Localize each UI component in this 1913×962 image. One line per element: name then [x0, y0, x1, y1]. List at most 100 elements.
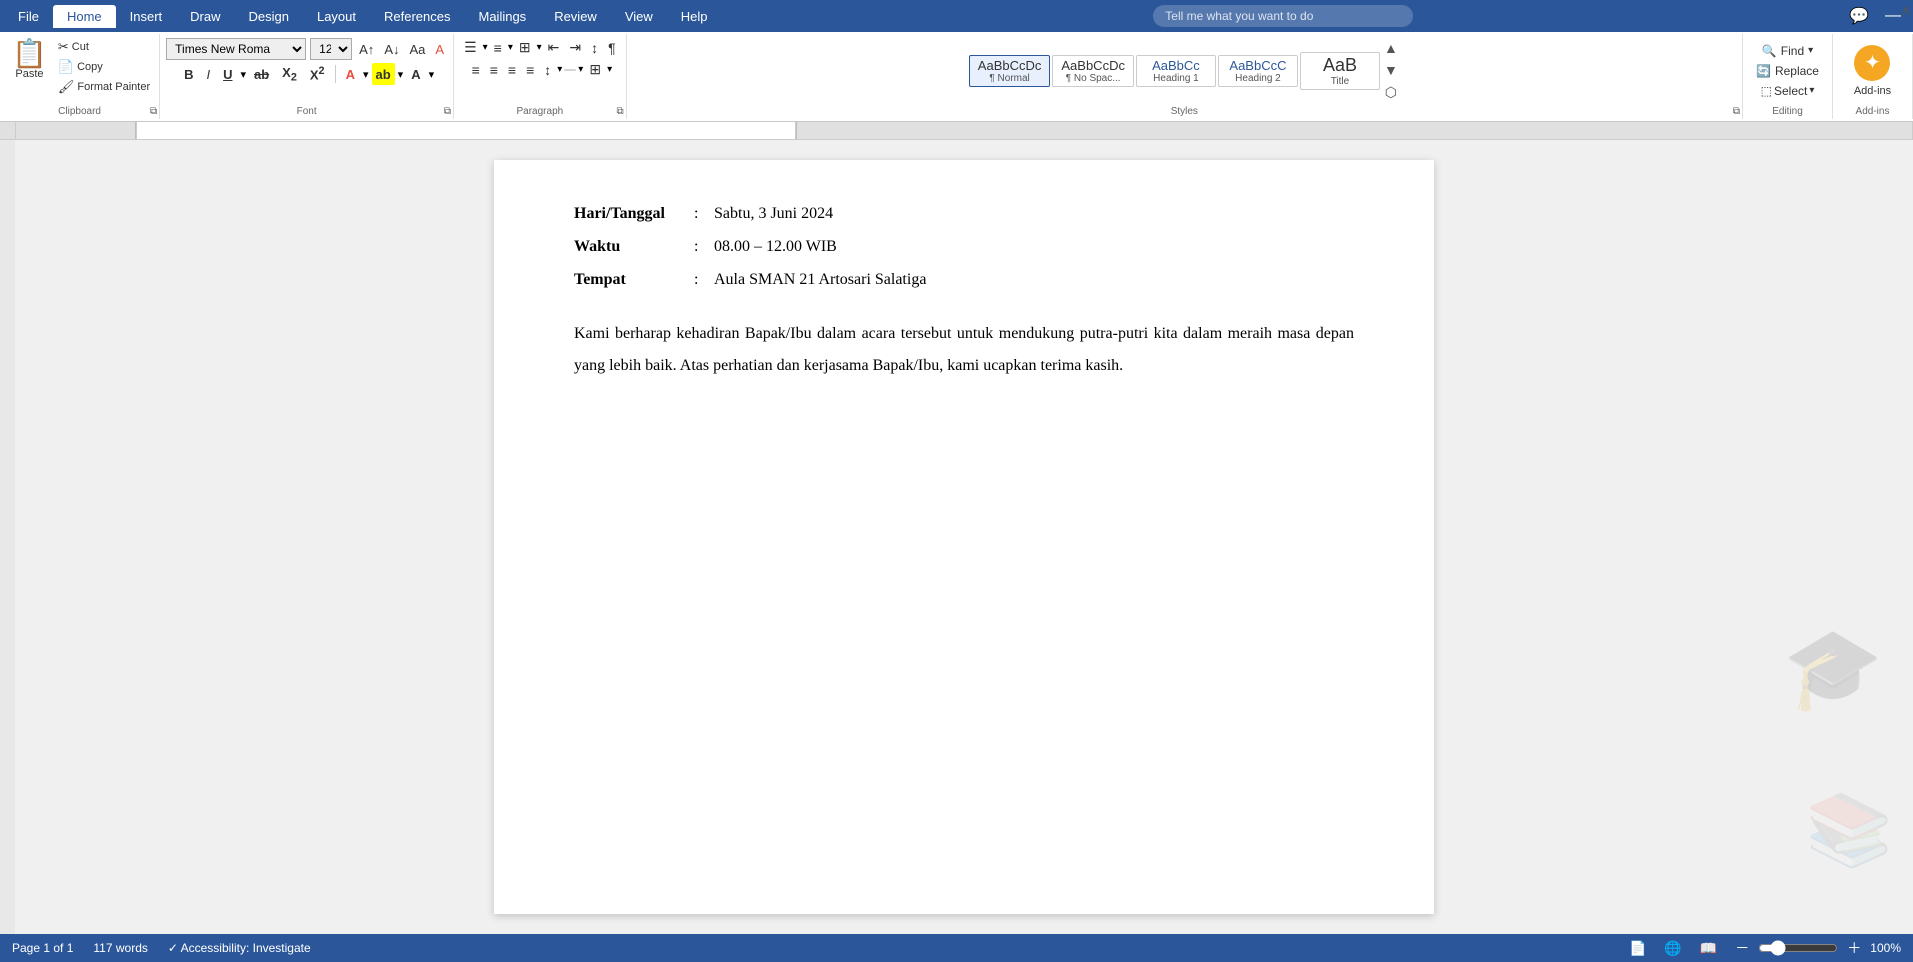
decrease-indent-button[interactable]: ⇤ — [544, 38, 564, 57]
tab-review[interactable]: Review — [540, 5, 611, 28]
addins-button[interactable]: ✦ — [1854, 45, 1890, 81]
copy-label: Copy — [77, 61, 103, 73]
styles-scroll-up[interactable]: ▲ — [1382, 38, 1400, 58]
find-dropdown[interactable]: ▾ — [1808, 45, 1813, 56]
tab-draw[interactable]: Draw — [176, 5, 234, 28]
bold-button[interactable]: B — [179, 63, 198, 85]
zoom-level[interactable]: 100% — [1870, 941, 1901, 955]
align-right-button[interactable]: ≡ — [504, 61, 520, 79]
editing-label: Editing — [1772, 106, 1803, 117]
font-group: Times New Roma 12 A↑ A↓ Aa A B I U ▾ ab … — [160, 34, 454, 119]
paragraph-expand[interactable]: ⧉ — [616, 106, 623, 117]
style-heading2-preview: AaBbCcC — [1229, 58, 1286, 73]
text-color-dropdown[interactable]: ▾ — [429, 68, 435, 81]
numbering-dropdown[interactable]: ▾ — [508, 42, 513, 53]
tab-design[interactable]: Design — [235, 5, 303, 28]
style-title[interactable]: AaB Title — [1300, 52, 1380, 90]
clipboard-label: Clipboard — [58, 106, 101, 117]
find-button[interactable]: 🔍 Find ▾ — [1756, 42, 1819, 60]
document-page[interactable]: Hari/Tanggal : Sabtu, 3 Juni 2024 Waktu … — [494, 160, 1434, 914]
sort-button[interactable]: ↕ — [587, 39, 602, 57]
multilevel-dropdown[interactable]: ▾ — [537, 42, 542, 53]
style-heading1[interactable]: AaBbCc Heading 1 — [1136, 55, 1216, 87]
shading-button[interactable] — [564, 69, 576, 71]
accessibility-status[interactable]: ✓ Accessibility: Investigate — [168, 941, 311, 955]
tab-references[interactable]: References — [370, 5, 464, 28]
select-dropdown[interactable]: ▾ — [1809, 85, 1814, 96]
tab-home[interactable]: Home — [53, 5, 116, 28]
underline-button[interactable]: U — [218, 63, 237, 85]
select-button[interactable]: ⬚ Select ▾ — [1755, 82, 1821, 100]
subscript-button[interactable]: X2 — [277, 63, 302, 85]
font-color-dropdown[interactable]: ▾ — [363, 68, 369, 81]
numbering-button[interactable]: ≡ — [490, 39, 506, 57]
tab-layout[interactable]: Layout — [303, 5, 370, 28]
format-painter-button[interactable]: 🖌 Format Painter — [55, 78, 153, 96]
borders-dropdown[interactable]: ▾ — [607, 64, 612, 75]
style-heading2[interactable]: AaBbCcC Heading 2 — [1218, 55, 1298, 87]
strikethrough-button[interactable]: ab — [249, 63, 274, 85]
zoom-in-button[interactable]: ＋ — [1844, 937, 1864, 959]
line-spacing-dropdown[interactable]: ▾ — [557, 64, 562, 75]
show-marks-button[interactable]: ¶ — [604, 39, 620, 57]
accessibility-icon: ✓ — [168, 941, 178, 955]
styles-expand-button[interactable]: ⬡ — [1382, 82, 1400, 103]
tab-file[interactable]: File — [4, 5, 53, 28]
tab-help[interactable]: Help — [667, 5, 722, 28]
font-expand[interactable]: ⧉ — [444, 106, 451, 117]
zoom-out-button[interactable]: － — [1732, 937, 1752, 959]
tab-mailings[interactable]: Mailings — [465, 5, 541, 28]
tab-insert[interactable]: Insert — [116, 5, 177, 28]
print-layout-button[interactable]: 📄 — [1626, 939, 1649, 958]
style-no-spacing-preview: AaBbCcDc — [1061, 58, 1125, 73]
font-grow-button[interactable]: A↑ — [356, 41, 377, 58]
highlight-button[interactable]: ab — [372, 63, 395, 85]
tab-view[interactable]: View — [611, 5, 667, 28]
italic-button[interactable]: I — [201, 63, 215, 85]
addins-label: Add-ins — [1854, 85, 1891, 97]
collapse-ribbon-button[interactable]: ∧ — [1901, 2, 1911, 19]
multilevel-button[interactable]: ⊞ — [515, 38, 535, 57]
style-no-spacing[interactable]: AaBbCcDc ¶ No Spac... — [1052, 55, 1134, 87]
web-layout-button[interactable]: 🌐 — [1661, 939, 1684, 958]
line-spacing-button[interactable]: ↕ — [540, 61, 555, 79]
shading-dropdown[interactable]: ▾ — [578, 64, 583, 75]
clear-format-button[interactable]: A — [432, 41, 447, 58]
borders-button[interactable]: ⊞ — [585, 60, 605, 79]
font-color-button[interactable]: A — [341, 63, 360, 85]
style-title-preview: AaB — [1323, 55, 1357, 76]
style-heading2-label: Heading 2 — [1235, 73, 1281, 84]
search-input[interactable] — [1153, 5, 1413, 27]
underline-dropdown[interactable]: ▾ — [240, 68, 246, 81]
superscript-button[interactable]: X2 — [305, 63, 330, 85]
copy-button[interactable]: 📄 Copy — [55, 58, 153, 76]
paragraph-group: ☰ ▾ ≡ ▾ ⊞ ▾ ⇤ ⇥ ↕ ¶ ≡ ≡ ≡ ≡ ↕ ▾ ▾ ⊞ — [454, 34, 627, 119]
comments-icon[interactable]: 💬 — [1845, 4, 1873, 28]
replace-button[interactable]: 🔄 Replace — [1750, 62, 1825, 80]
cut-button[interactable]: ✂ Cut — [55, 38, 153, 56]
clipboard-expand[interactable]: ⧉ — [150, 106, 157, 117]
increase-indent-button[interactable]: ⇥ — [565, 38, 585, 57]
zoom-slider[interactable] — [1758, 940, 1838, 956]
justify-button[interactable]: ≡ — [522, 61, 538, 79]
font-name-select[interactable]: Times New Roma — [166, 38, 306, 60]
styles-expand[interactable]: ⧉ — [1733, 106, 1740, 117]
text-color-btn[interactable]: A — [406, 63, 425, 85]
page-info: Page 1 of 1 — [12, 941, 73, 955]
styles-scroll-down[interactable]: ▼ — [1382, 60, 1400, 80]
bullets-dropdown[interactable]: ▾ — [483, 42, 488, 53]
align-center-button[interactable]: ≡ — [486, 61, 502, 79]
change-case-button[interactable]: Aa — [406, 41, 428, 58]
highlight-dropdown[interactable]: ▾ — [398, 68, 404, 81]
bullets-button[interactable]: ☰ — [460, 38, 481, 57]
align-left-button[interactable]: ≡ — [468, 61, 484, 79]
paste-button[interactable]: 📋 Paste — [6, 38, 53, 82]
font-shrink-button[interactable]: A↓ — [381, 41, 402, 58]
copy-icon: 📄 — [58, 59, 74, 75]
read-mode-button[interactable]: 📖 — [1697, 939, 1720, 958]
font-size-select[interactable]: 12 — [310, 38, 352, 60]
addins-group-label: Add-ins — [1856, 106, 1890, 117]
style-normal[interactable]: AaBbCcDc ¶ Normal — [969, 55, 1051, 87]
doc-info-row-1: Waktu : 08.00 – 12.00 WIB — [574, 233, 1354, 262]
replace-label: Replace — [1775, 64, 1819, 78]
